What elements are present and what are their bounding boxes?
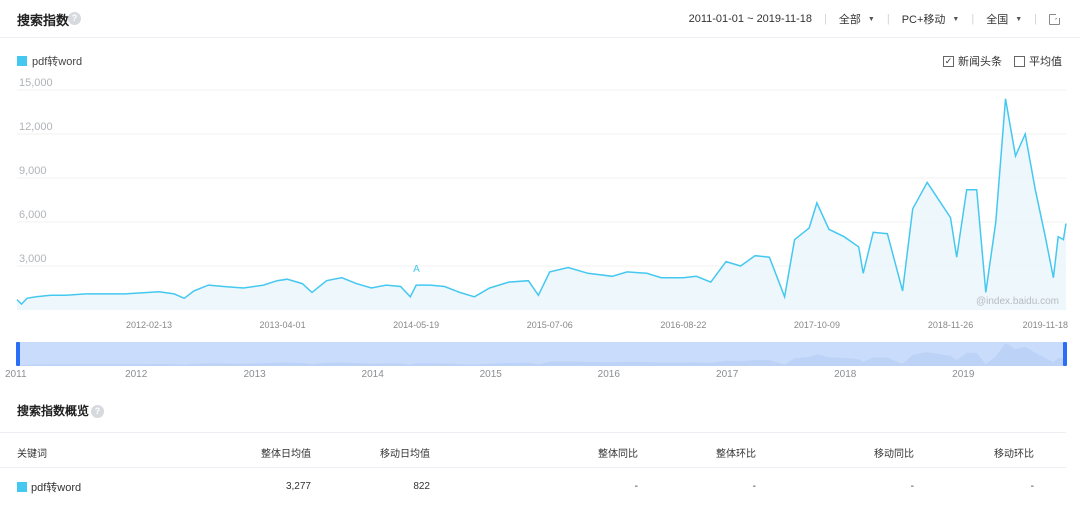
series-area [17,98,1066,310]
source-filter-label: 全部 [838,14,861,26]
caret-down-icon: ▼ [867,15,875,23]
column-header-overall-mom: 整体环比 [716,449,756,460]
column-header-keyword: 关键词 [17,449,47,460]
time-range-slider[interactable] [16,342,1067,366]
y-tick-label: 9,000 [19,165,47,177]
checkbox-checked-icon: ✓ [943,55,954,67]
column-header-overall-avg: 整体日均值 [261,449,311,460]
external-link-icon[interactable] [1049,12,1061,25]
x-tick-label: 2018-11-26 [928,320,973,330]
overall-mom-value: - [752,481,756,492]
news-toggle[interactable]: ✓ 新闻头条 [943,53,1002,69]
caret-down-icon: ▼ [1015,15,1023,23]
search-index-chart[interactable]: 15,000 12,000 9,000 6,000 3,000 A @index.bai… [0,78,1080,368]
slider-handle-left[interactable] [16,342,20,366]
news-annotation-marker[interactable]: A [413,264,420,275]
source-filter-dropdown[interactable]: 全部 ▼ [839,11,875,27]
divider: | [1034,13,1037,25]
x-tick-label: 2016-08-22 [660,320,706,330]
legend-label: pdf转word [32,56,83,68]
table-row: pdf转word 3,277 822 - - - - [0,468,1066,506]
region-filter-label: 全国 [986,14,1009,26]
checkbox-icon [1014,55,1025,67]
slider-year-label: 2019 [952,369,975,380]
help-icon[interactable]: ? [68,12,81,25]
table-header: 关键词 整体日均值 移动日均值 整体同比 整体环比 移动同比 移动环比 [0,432,1066,468]
mobile-yoy-value: - [910,481,914,492]
column-header-mobile-mom: 移动环比 [994,449,1034,460]
caret-down-icon: ▼ [952,15,960,23]
device-filter-label: PC+移动 [901,14,946,26]
slider-year-label: 2014 [361,369,384,380]
device-filter-dropdown[interactable]: PC+移动 ▼ [902,11,960,27]
mobile-mom-value: - [1030,481,1034,492]
chart-options: ✓ 新闻头条 平均值 [931,53,1062,69]
slider-year-label: 2015 [479,369,502,380]
y-axis-labels: 15,000 12,000 9,000 6,000 3,000 [19,78,53,265]
chart-legend[interactable]: pdf转word [17,53,82,69]
slider-year-label: 2016 [597,369,620,380]
x-tick-label: 2017-10-09 [794,320,840,330]
slider-year-label: 2017 [716,369,739,380]
y-tick-label: 6,000 [19,209,47,221]
legend-swatch [17,482,27,492]
column-header-overall-yoy: 整体同比 [598,449,638,460]
column-header-mobile-avg: 移动日均值 [380,449,430,460]
y-tick-label: 15,000 [19,78,53,89]
summary-title: 搜索指数概览 [17,404,90,418]
divider: | [824,13,827,25]
y-tick-label: 3,000 [19,253,47,265]
legend-swatch [17,56,27,66]
x-tick-label: 2012-02-13 [126,320,172,330]
keyword-label: pdf转word [31,482,82,494]
overall-yoy-value: - [634,481,638,492]
divider: | [971,13,975,25]
page-title: 搜索指数 [17,13,70,28]
region-filter-dropdown[interactable]: 全国 ▼ [986,11,1022,27]
slider-year-label: 2018 [834,369,857,380]
x-tick-label: 2019-11-18 [1023,320,1068,330]
slider-year-label: 2011 [5,369,27,380]
average-label: 平均值 [1029,56,1062,68]
news-label: 新闻头条 [958,56,1002,68]
x-axis-labels: 2012-02-13 2013-04-01 2014-05-19 2015-07-06… [126,320,1068,330]
date-range-label: 2011-01-01 ~ 2019-11-18 [688,13,813,25]
filter-bar: 2011-01-01 ~ 2019-11-18 | 全部 ▼ | PC+移动 ▼ |… [689,11,1061,27]
overall-avg-value: 3,277 [285,481,311,492]
date-range-picker[interactable]: 2011-01-01 ~ 2019-11-18 [689,13,812,25]
x-tick-label: 2013-04-01 [260,320,306,330]
header: 搜索指数 ? 2011-01-01 ~ 2019-11-18 | 全部 ▼ | P… [0,0,1080,38]
mobile-avg-value: 822 [413,481,430,492]
slider-handle-right[interactable] [1063,342,1067,366]
row-keyword[interactable]: pdf转word [17,479,81,495]
x-tick-label: 2015-07-06 [527,320,573,330]
divider: | [886,13,890,25]
help-icon[interactable]: ? [91,405,104,418]
column-header-mobile-yoy: 移动同比 [874,449,914,460]
x-tick-label: 2014-05-19 [393,320,439,330]
summary-table: 关键词 整体日均值 移动日均值 整体同比 整体环比 移动同比 移动环比 pdf转… [0,432,1066,506]
slider-year-label: 2013 [243,369,266,380]
average-toggle[interactable]: 平均值 [1014,53,1062,69]
watermark: @index.baidu.com [976,296,1059,307]
slider-year-label: 2012 [125,369,148,380]
y-tick-label: 12,000 [19,121,53,133]
